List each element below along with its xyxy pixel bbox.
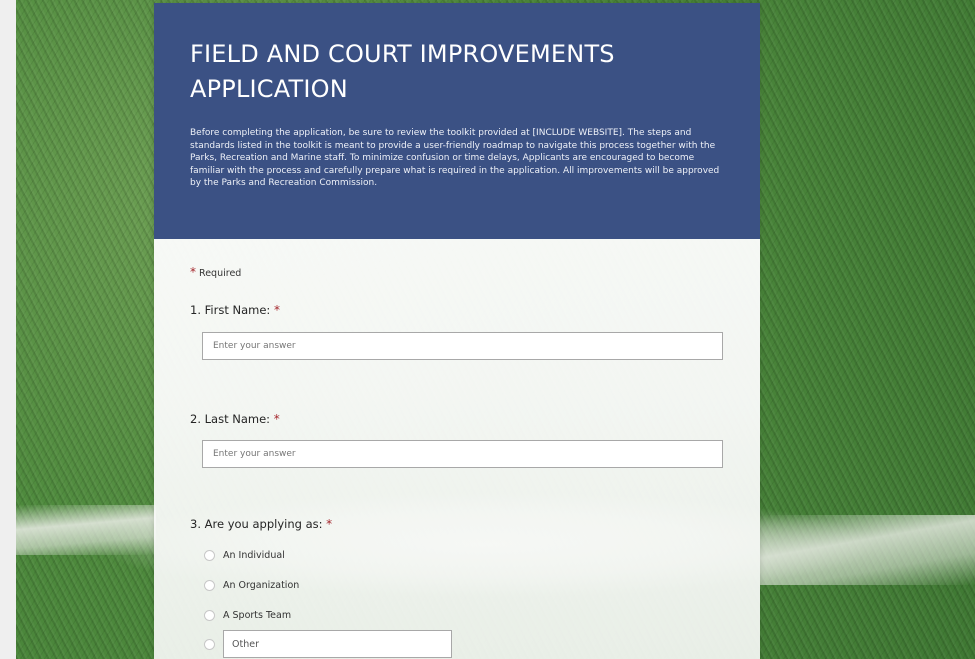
choice-label: An Organization: [223, 580, 300, 591]
question-applying-as: 3. Are you applying as: *: [190, 517, 332, 531]
required-star: *: [326, 517, 333, 531]
required-note-text: Required: [199, 268, 242, 279]
question-label: 1. First Name:: [190, 303, 271, 317]
field-line-right: [760, 515, 975, 585]
required-star: *: [273, 303, 280, 317]
form-description: Before completing the application, be su…: [190, 128, 720, 188]
form-title: FIELD AND COURT IMPROVEMENTS APPLICATION: [190, 40, 615, 103]
choice-individual[interactable]: An Individual: [204, 550, 285, 561]
question-label: 3. Are you applying as:: [190, 517, 323, 531]
radio-button[interactable]: [204, 638, 215, 650]
form-header: FIELD AND COURT IMPROVEMENTS APPLICATION…: [154, 3, 760, 239]
choice-label: An Individual: [223, 550, 285, 561]
required-star: *: [190, 265, 196, 279]
radio-button[interactable]: [204, 580, 215, 591]
radio-button[interactable]: [204, 550, 215, 561]
first-name-input[interactable]: [202, 332, 723, 360]
choice-organization[interactable]: An Organization: [204, 580, 299, 591]
question-first-name: 1. First Name: *: [190, 303, 280, 317]
question-label: 2. Last Name:: [190, 412, 271, 426]
radio-button[interactable]: [204, 610, 215, 621]
choice-sports-team[interactable]: A Sports Team: [204, 610, 291, 621]
page-margin: [0, 0, 16, 659]
choice-label: A Sports Team: [223, 610, 292, 621]
required-note: * Required: [190, 265, 241, 279]
form-card: FIELD AND COURT IMPROVEMENTS APPLICATION…: [154, 3, 760, 659]
last-name-input[interactable]: [202, 440, 723, 468]
choice-other[interactable]: [204, 630, 452, 658]
other-input[interactable]: [223, 630, 452, 658]
required-star: *: [273, 412, 280, 426]
field-line-left: [16, 505, 156, 555]
question-last-name: 2. Last Name: *: [190, 412, 280, 426]
